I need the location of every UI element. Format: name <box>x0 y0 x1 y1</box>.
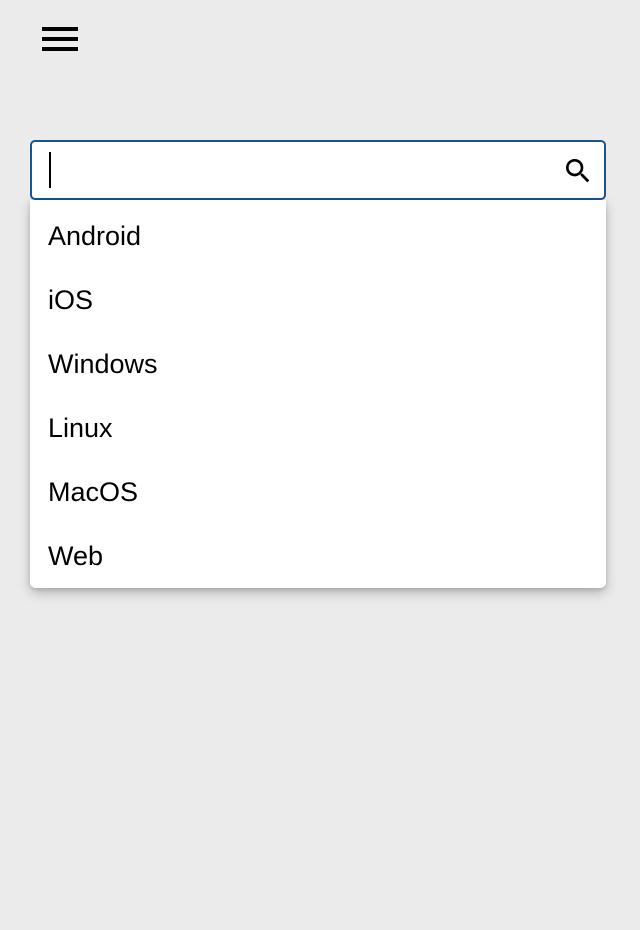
text-caret <box>49 152 51 188</box>
dropdown-item-linux[interactable]: Linux <box>30 396 606 460</box>
autocomplete-dropdown: Android iOS Windows Linux MacOS Web <box>30 200 606 588</box>
dropdown-item-ios[interactable]: iOS <box>30 268 606 332</box>
search-box <box>30 140 606 200</box>
search-input[interactable] <box>32 142 552 198</box>
hamburger-menu-icon <box>42 27 78 51</box>
dropdown-item-macos[interactable]: MacOS <box>30 460 606 524</box>
search-icon[interactable] <box>562 155 594 187</box>
dropdown-list: Android iOS Windows Linux MacOS Web <box>30 200 606 588</box>
dropdown-item-android[interactable]: Android <box>30 204 606 268</box>
dropdown-item-web[interactable]: Web <box>30 524 606 588</box>
dropdown-item-windows[interactable]: Windows <box>30 332 606 396</box>
menu-button[interactable] <box>38 22 82 56</box>
